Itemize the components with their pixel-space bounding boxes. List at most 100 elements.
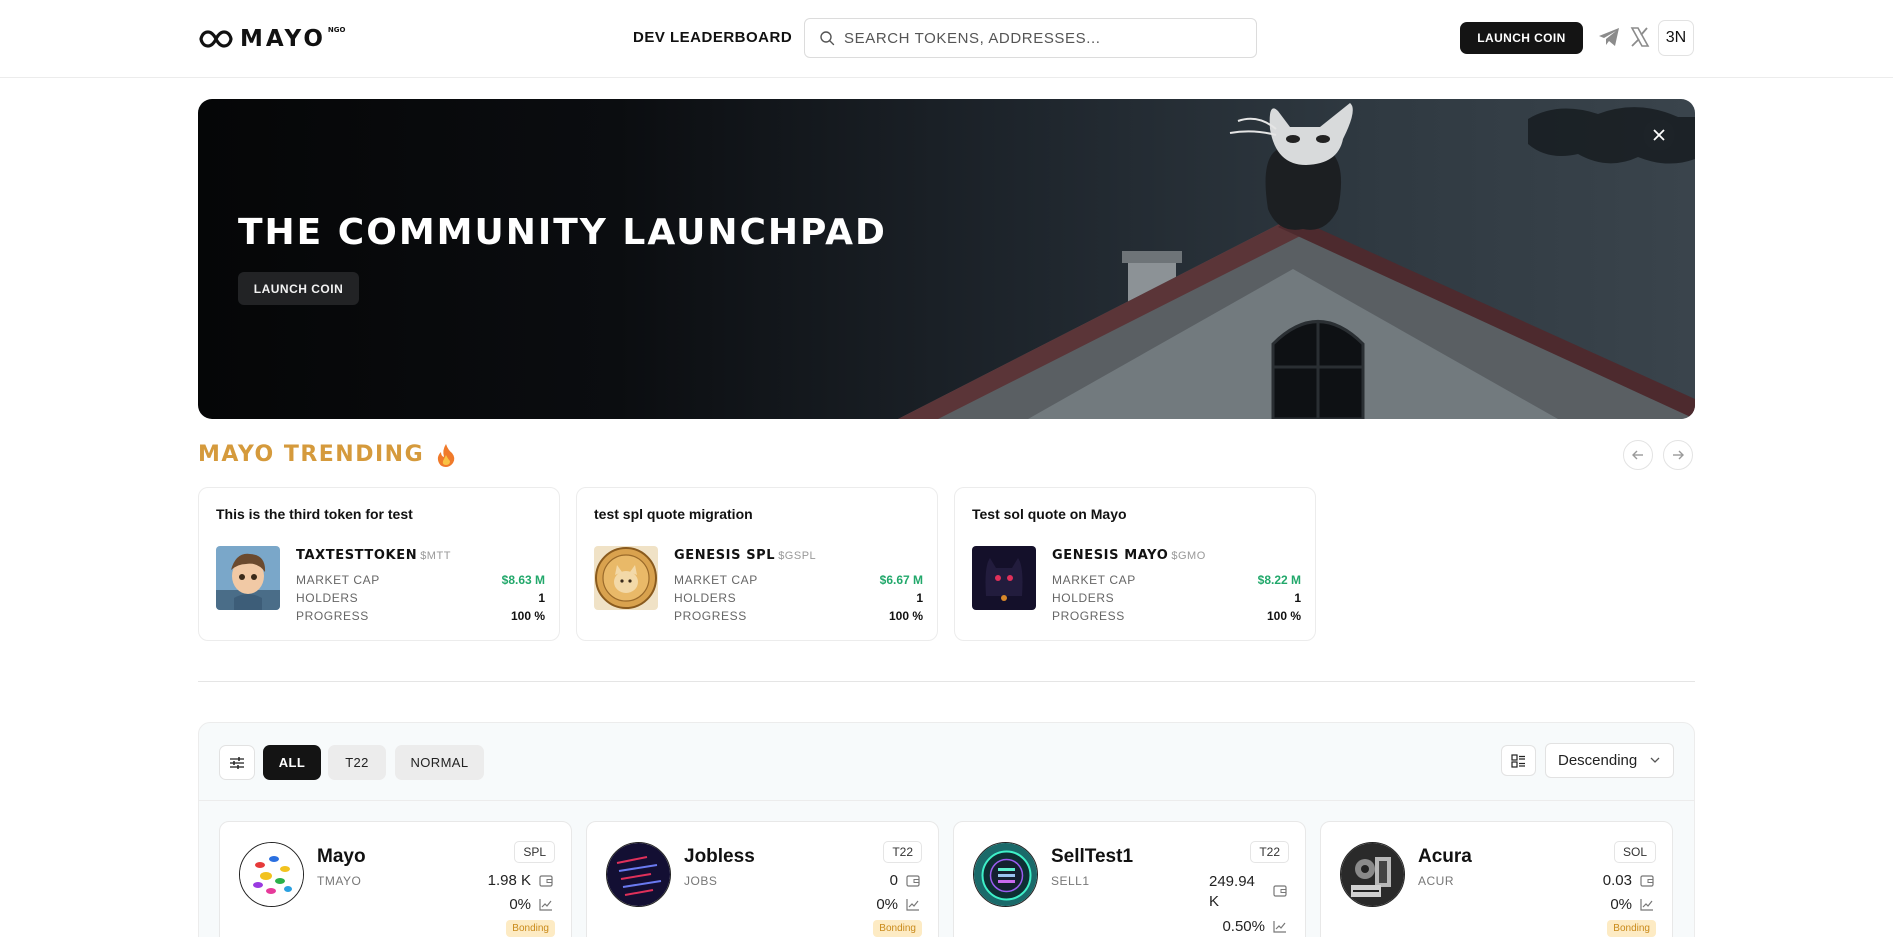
close-icon (1653, 129, 1665, 141)
trending-prev-button[interactable] (1623, 440, 1653, 470)
progress-value: 100 % (510, 609, 545, 623)
chart-icon (1640, 899, 1653, 911)
market-cap-value: $6.67 M (879, 573, 923, 587)
token-change: 0% (1610, 896, 1632, 913)
sort-order-select[interactable]: Descending (1545, 743, 1674, 778)
market-cap-value: $8.63 M (501, 573, 545, 587)
filter-tab-t22[interactable]: T22 (328, 745, 386, 780)
close-banner-button[interactable] (1643, 119, 1675, 151)
wallet-icon (906, 875, 920, 887)
trending-card[interactable]: This is the third token for test TAXTEST… (198, 487, 560, 641)
dark-cat-avatar-icon (972, 546, 1036, 610)
token-change: 0% (876, 896, 898, 913)
chain-badge: SOL (1613, 841, 1656, 863)
progress-label: PROGRESS (1052, 609, 1125, 623)
x-icon[interactable] (1630, 27, 1650, 47)
holders-value: 1 (538, 591, 545, 605)
token-name: SellTest1 (1051, 846, 1134, 867)
status-badge: Bonding (506, 920, 555, 937)
token-amount: 1.98 K (487, 872, 531, 889)
sliders-icon (230, 756, 244, 769)
token-amount-line1: 249.94 (1209, 873, 1255, 890)
filter-tab-normal[interactable]: NORMAL (395, 745, 484, 780)
trending-next-button[interactable] (1663, 440, 1693, 470)
trending-card-description: Test sol quote on Mayo (972, 506, 1127, 522)
token-ticker: $MTT (420, 550, 451, 562)
token-name-text: GENESIS MAYO (1052, 548, 1169, 563)
token-list-toolbar: ALL T22 NORMAL Descending (199, 723, 1694, 801)
header-launch-coin-button[interactable]: LAUNCH COIN (1460, 22, 1583, 54)
holders-row: HOLDERS 1 (296, 591, 545, 605)
token-image (594, 546, 658, 610)
holders-row: HOLDERS 1 (1052, 591, 1301, 605)
terminal-code-avatar-icon (607, 843, 670, 906)
market-cap-row: MARKET CAP $8.63 M (296, 573, 545, 587)
token-ticker: JOBS (684, 874, 718, 888)
mechanical-bw-avatar-icon (1341, 843, 1404, 906)
search-bar[interactable] (804, 18, 1257, 58)
progress-row: PROGRESS 100 % (674, 609, 923, 623)
token-amount: 0.03 (1602, 872, 1632, 889)
dev-leaderboard-link[interactable]: DEV LEADERBOARD (633, 29, 792, 46)
chain-badge: T22 (1250, 841, 1289, 863)
trending-token-name: GENESIS SPL $GSPL (674, 548, 816, 563)
filter-settings-button[interactable] (219, 745, 255, 780)
chart-icon (1273, 921, 1286, 933)
token-image (972, 546, 1036, 610)
mayo-logo[interactable]: MAYO NGO (199, 24, 345, 54)
token-card[interactable]: SellTest1 SELL1 T22 249.94 K 0.50% (953, 821, 1306, 937)
progress-row: PROGRESS 100 % (296, 609, 545, 623)
telegram-icon[interactable] (1598, 27, 1620, 47)
logo-text: MAYO (240, 26, 326, 52)
chart-icon (539, 899, 552, 911)
token-card[interactable]: Mayo TMAYO SPL 1.98 K 0% Bonding (219, 821, 572, 937)
chain-badge: T22 (883, 841, 922, 863)
holders-label: HOLDERS (296, 591, 359, 605)
token-avatar (973, 842, 1038, 907)
token-avatar (1340, 842, 1405, 907)
trending-token-name: TAXTESTTOKEN $MTT (296, 548, 451, 563)
solana-glow-avatar-icon (974, 843, 1037, 906)
token-name: Acura (1418, 846, 1472, 867)
token-name: Jobless (684, 846, 755, 867)
trending-card[interactable]: test spl quote migration GENESIS SPL $GSP… (576, 487, 938, 641)
view-toggle-button[interactable] (1501, 745, 1536, 776)
chain-badge: SPL (514, 841, 555, 863)
search-icon (820, 31, 835, 46)
chevron-down-icon (1650, 757, 1660, 763)
colorful-beans-avatar-icon (240, 843, 303, 906)
trending-card[interactable]: Test sol quote on Mayo GENESIS MAYO $GMO … (954, 487, 1316, 641)
token-card[interactable]: Jobless JOBS T22 0 0% Bonding (586, 821, 939, 937)
sort-order-value: Descending (1558, 752, 1638, 769)
wallet-icon (539, 875, 553, 887)
wallet-icon (1273, 885, 1287, 897)
filter-tab-all[interactable]: ALL (263, 745, 321, 780)
trending-card-description: test spl quote migration (594, 506, 753, 522)
section-divider (198, 681, 1695, 682)
token-amount: 249.94 K (1209, 872, 1257, 912)
holders-value: 1 (1294, 591, 1301, 605)
market-cap-row: MARKET CAP $8.22 M (1052, 573, 1301, 587)
search-input[interactable] (844, 29, 1244, 47)
progress-value: 100 % (888, 609, 923, 623)
token-avatar (239, 842, 304, 907)
token-avatar (606, 842, 671, 907)
market-cap-label: MARKET CAP (1052, 573, 1136, 587)
progress-row: PROGRESS 100 % (1052, 609, 1301, 623)
market-cap-label: MARKET CAP (296, 573, 380, 587)
ninja-cat-rooftop-illustration (898, 103, 1695, 419)
token-list-panel: ALL T22 NORMAL Descending Mayo TMAYO SPL… (198, 722, 1695, 937)
token-amount-line2: K (1209, 893, 1220, 910)
token-name: Mayo (317, 846, 366, 867)
token-ticker: ACUR (1418, 874, 1455, 888)
hero-launch-coin-button[interactable]: LAUNCH COIN (238, 272, 359, 305)
market-cap-row: MARKET CAP $6.67 M (674, 573, 923, 587)
account-button[interactable]: 3N (1658, 20, 1694, 56)
token-card[interactable]: Acura ACUR SOL 0.03 0% Bonding (1320, 821, 1673, 937)
progress-label: PROGRESS (296, 609, 369, 623)
token-ticker: $GMO (1171, 550, 1206, 562)
trending-title: MAYO TRENDING (198, 442, 425, 467)
chart-icon (906, 899, 919, 911)
token-ticker: SELL1 (1051, 874, 1090, 888)
fire-icon (438, 443, 455, 467)
